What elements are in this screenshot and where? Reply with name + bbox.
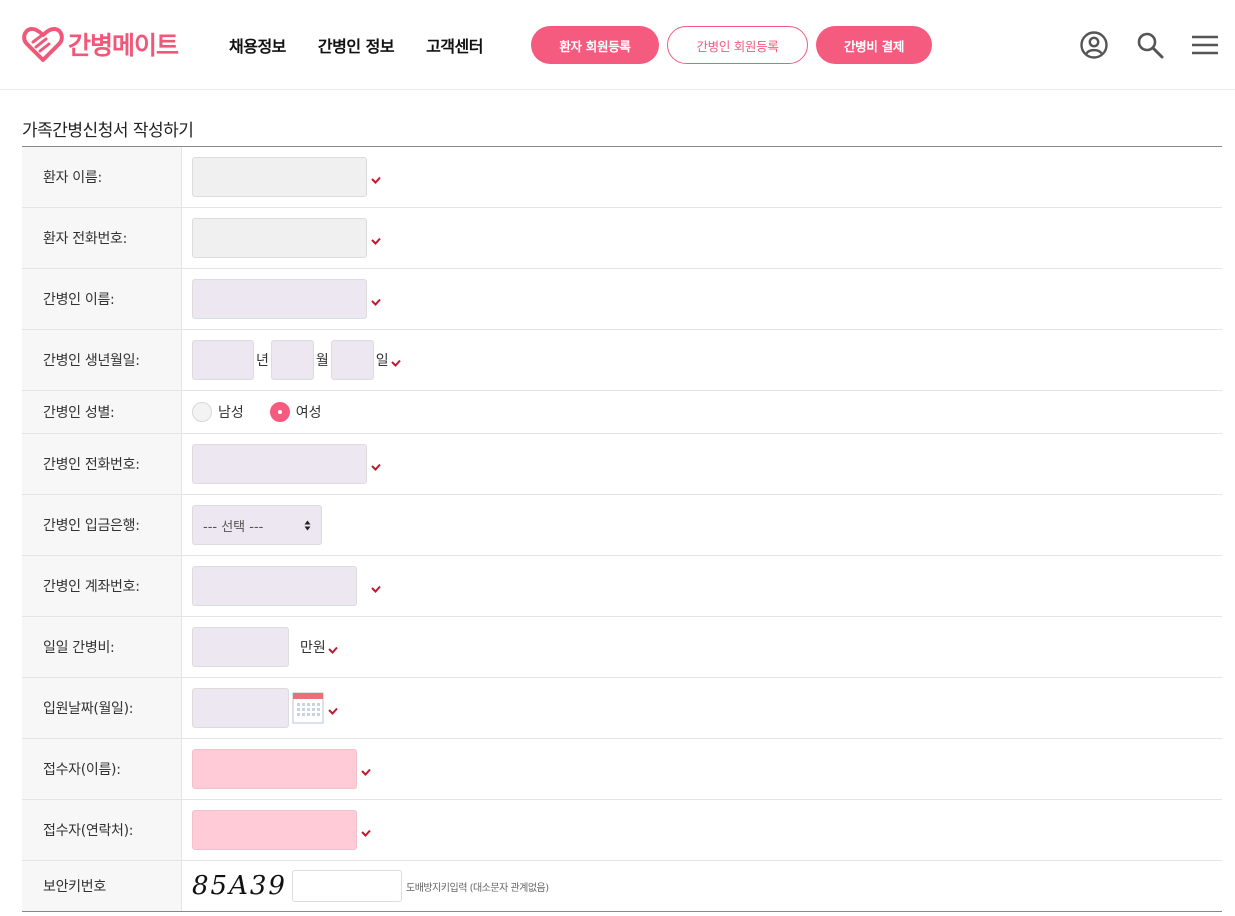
row-patient-phone: 환자 전화번호: [22, 208, 1222, 269]
bank-select[interactable]: --- 선택 --- [192, 505, 322, 545]
select-arrows-icon [304, 520, 311, 530]
admission-date-label: 입원날짜(월일): [22, 678, 182, 738]
brand-name: 간병메이트 [68, 31, 179, 60]
receiver-name-label: 접수자(이름): [22, 739, 182, 799]
row-caregiver-account: 간병인 계좌번호: [22, 556, 1222, 617]
caregiver-birth-label: 간병인 생년월일: [22, 330, 182, 390]
gender-male-radio[interactable] [192, 402, 212, 422]
menu-icon[interactable] [1190, 30, 1220, 60]
day-unit: 일 [375, 353, 389, 369]
caregiver-phone-input[interactable] [192, 444, 367, 484]
row-admission-date: 입원날짜(월일): [22, 678, 1222, 739]
caregiver-bank-label: 간병인 입금은행: [22, 495, 182, 555]
birth-day-input[interactable] [330, 340, 374, 380]
receiver-name-input[interactable] [192, 749, 357, 789]
caregiver-gender-label: 간병인 성별: [22, 391, 182, 433]
nav-jobs[interactable]: 채용정보 [229, 33, 286, 57]
main-nav: 채용정보 간병인 정보 고객센터 [229, 33, 515, 57]
required-check-icon [361, 825, 371, 837]
security-key-label: 보안키번호 [22, 861, 182, 911]
required-check-icon [371, 581, 381, 593]
gender-female-radio[interactable] [269, 402, 290, 422]
daily-fee-input[interactable] [192, 627, 289, 667]
user-icon[interactable] [1079, 30, 1109, 60]
bank-select-value: --- 선택 --- [203, 519, 264, 535]
patient-name-input[interactable] [192, 157, 367, 197]
patient-register-button[interactable]: 환자 회원등록 [531, 26, 659, 64]
row-receiver-name: 접수자(이름): [22, 739, 1222, 800]
required-check-icon [371, 459, 381, 471]
admission-date-input[interactable] [192, 688, 289, 728]
caregiver-name-input[interactable] [192, 279, 367, 319]
patient-phone-input[interactable] [192, 218, 367, 258]
application-form: 환자 이름: 환자 전화번호: 간병인 이름: 간병인 생년월일: 년 월 일 [22, 147, 1222, 912]
required-check-icon [371, 294, 381, 306]
required-check-icon [361, 764, 371, 776]
gender-male-label: 남성 [218, 405, 244, 421]
caregiver-account-label: 간병인 계좌번호: [22, 556, 182, 616]
caregiver-name-label: 간병인 이름: [22, 269, 182, 329]
row-daily-fee: 일일 간병비: 만원 [22, 617, 1222, 678]
receiver-contact-label: 접수자(연락처): [22, 800, 182, 860]
captcha-hint: 도배방지키입력 (대소문자 관계없음) [406, 882, 549, 894]
row-caregiver-bank: 간병인 입금은행: --- 선택 --- [22, 495, 1222, 556]
row-caregiver-birth: 간병인 생년월일: 년 월 일 [22, 330, 1222, 391]
logo[interactable]: 간병메이트 [22, 24, 179, 64]
row-caregiver-phone: 간병인 전화번호: [22, 434, 1222, 495]
fee-unit: 만원 [300, 640, 326, 656]
search-icon[interactable] [1135, 30, 1165, 60]
form-title: 가족간병신청서 작성하기 [22, 121, 194, 141]
site-header: 간병메이트 채용정보 간병인 정보 고객센터 환자 회원등록 간병인 회원등록 … [0, 0, 1235, 90]
captcha-image: 85A39 [192, 871, 287, 901]
calendar-icon[interactable] [292, 692, 324, 724]
caregiver-register-button[interactable]: 간병인 회원등록 [667, 26, 808, 64]
required-check-icon [328, 642, 338, 654]
month-unit: 월 [315, 353, 329, 369]
caregiver-phone-label: 간병인 전화번호: [22, 434, 182, 494]
row-receiver-contact: 접수자(연락처): [22, 800, 1222, 861]
captcha-input[interactable] [292, 870, 402, 902]
patient-phone-label: 환자 전화번호: [22, 208, 182, 268]
birth-year-input[interactable] [192, 340, 254, 380]
nav-customer-center[interactable]: 고객센터 [426, 33, 483, 57]
required-check-icon [328, 703, 338, 715]
row-caregiver-gender: 간병인 성별: 남성 여성 [22, 391, 1222, 434]
year-unit: 년 [256, 353, 269, 369]
handshake-logo-icon [22, 26, 64, 62]
required-check-icon [371, 233, 381, 245]
row-caregiver-name: 간병인 이름: [22, 269, 1222, 330]
required-check-icon [371, 172, 381, 184]
row-security-key: 보안키번호 85A39 도배방지키입력 (대소문자 관계없음) [22, 861, 1222, 912]
required-check-icon [390, 355, 401, 367]
row-patient-name: 환자 이름: [22, 147, 1222, 208]
birth-month-input[interactable] [270, 340, 314, 380]
account-number-input[interactable] [192, 566, 357, 606]
receiver-contact-input[interactable] [192, 810, 357, 850]
nav-caregiver-info[interactable]: 간병인 정보 [318, 33, 395, 57]
payment-button[interactable]: 간병비 결제 [816, 26, 932, 64]
daily-fee-label: 일일 간병비: [22, 617, 182, 677]
patient-name-label: 환자 이름: [22, 147, 182, 207]
gender-female-label: 여성 [295, 405, 322, 421]
